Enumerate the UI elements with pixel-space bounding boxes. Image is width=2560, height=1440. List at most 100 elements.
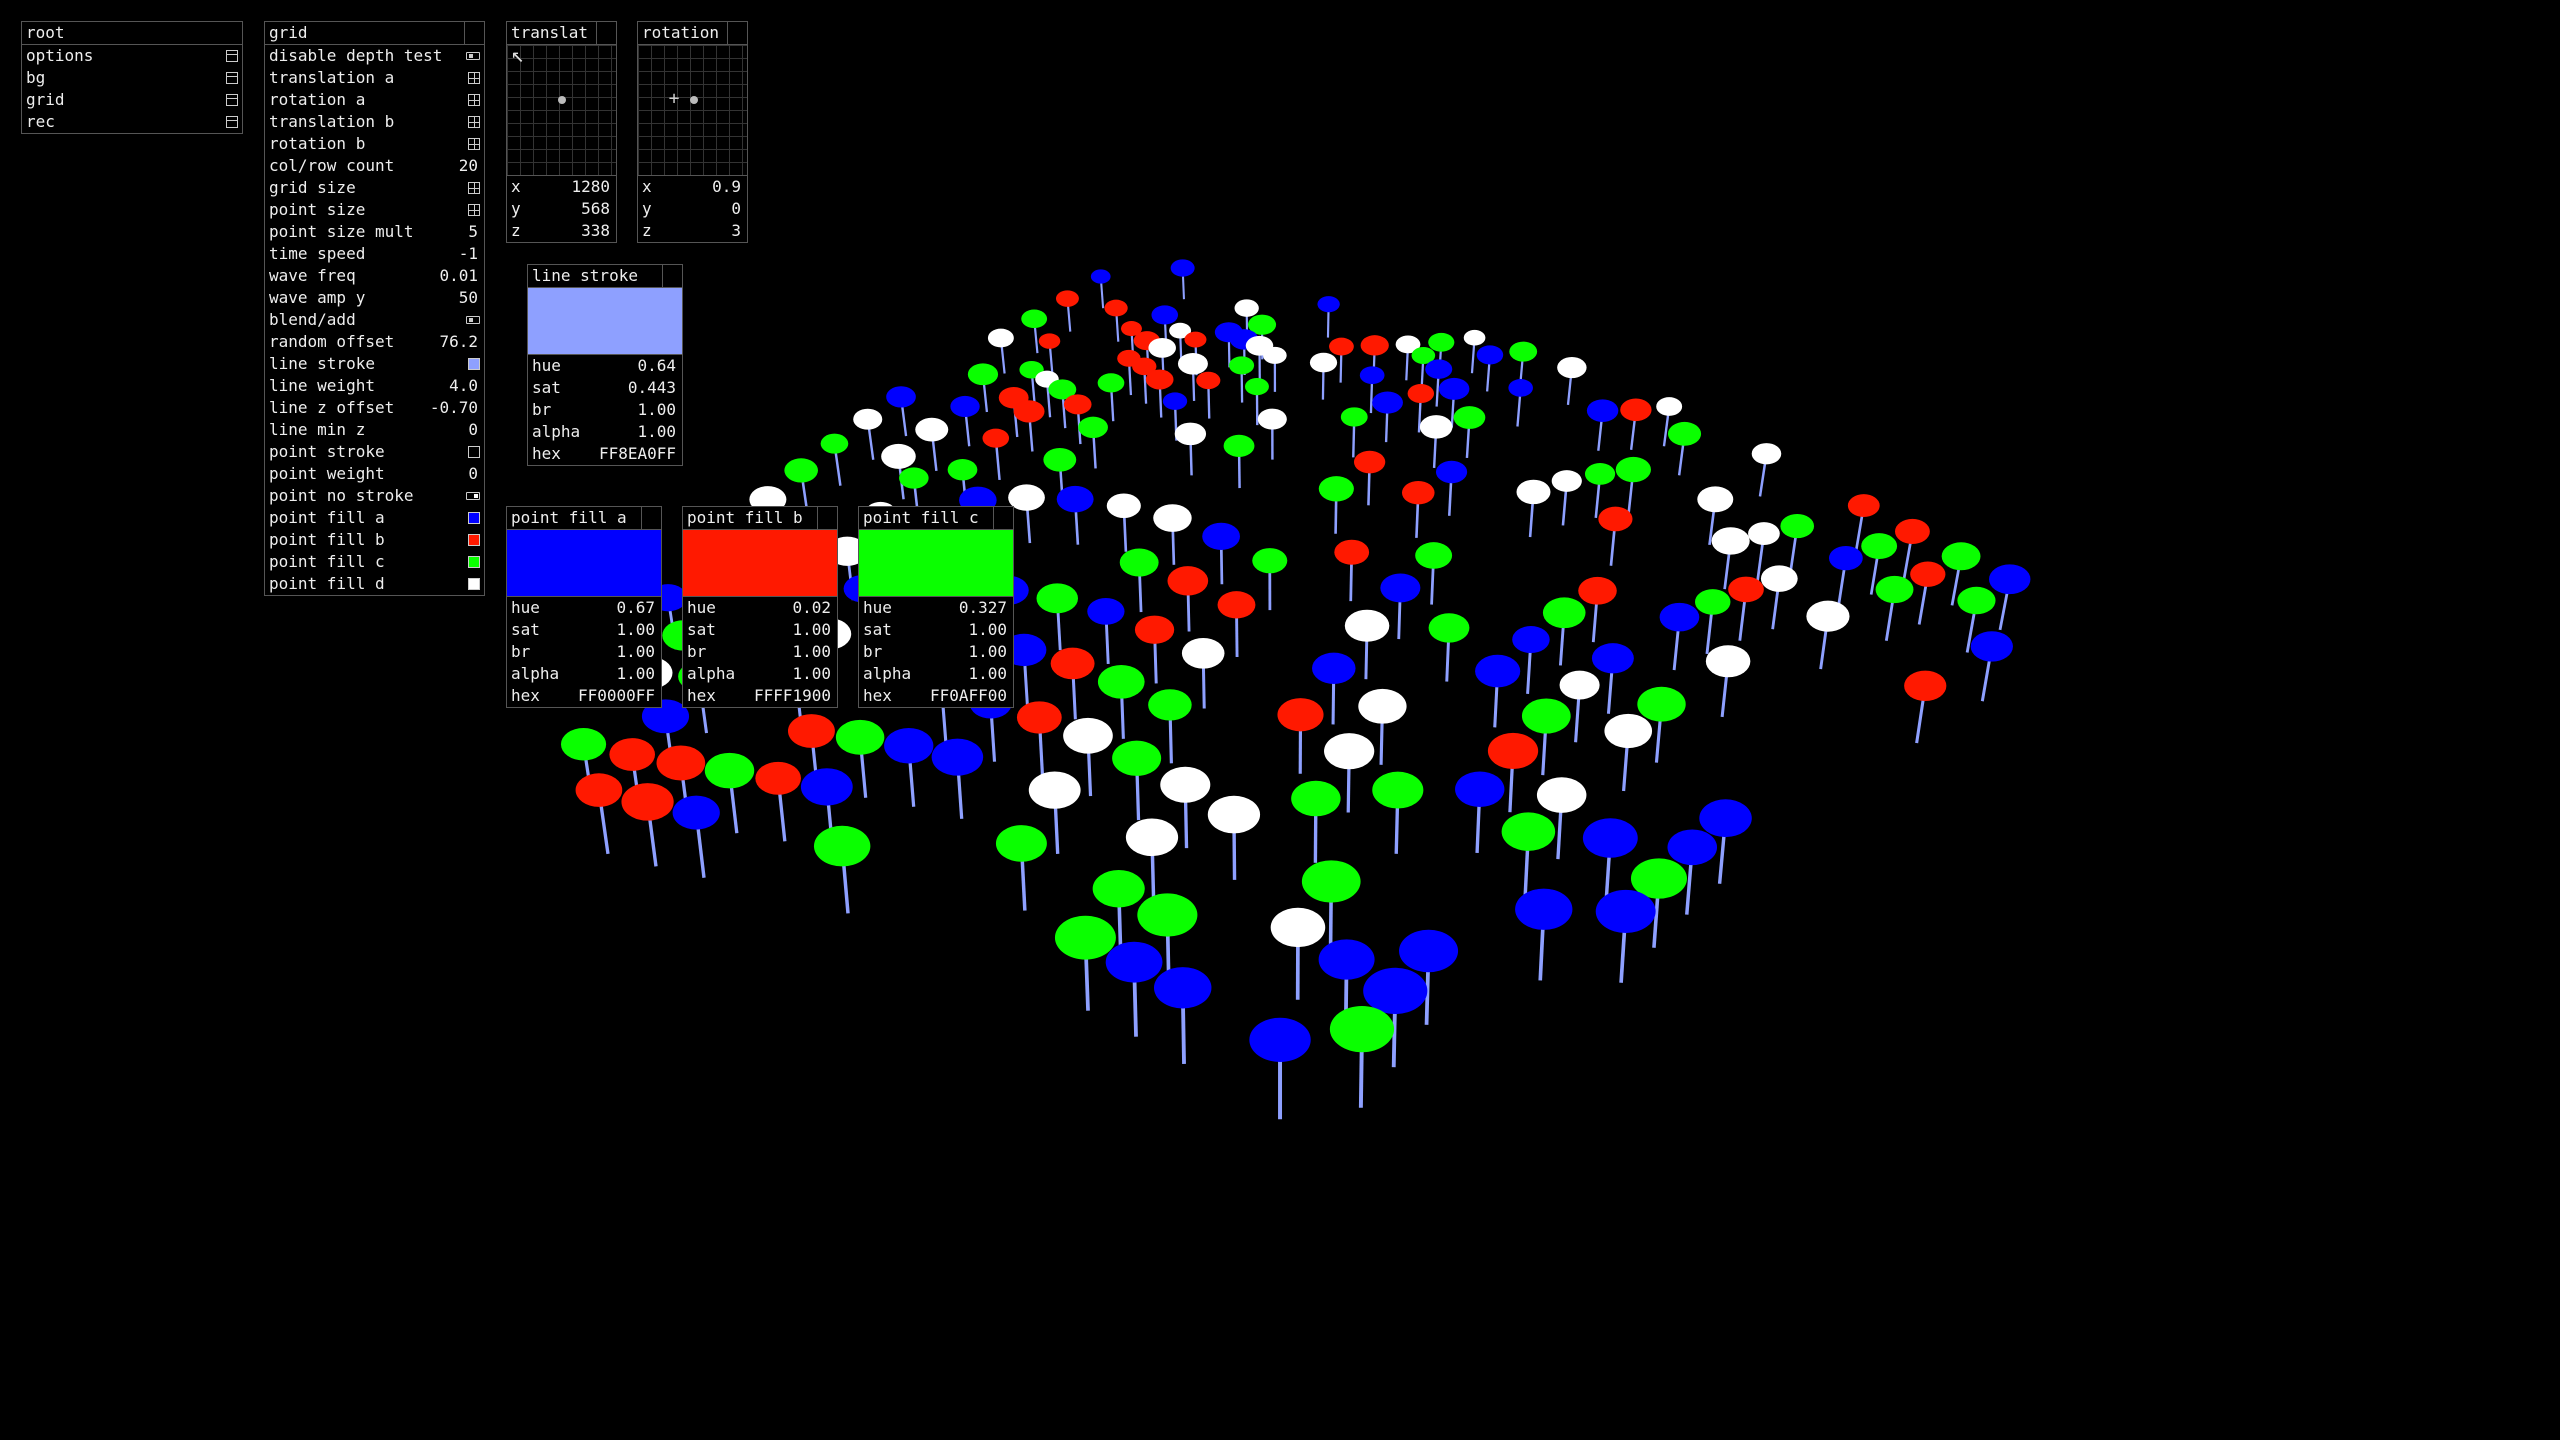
grid-row-blend-add[interactable]: blend/add xyxy=(265,309,484,331)
collapse-button[interactable] xyxy=(596,22,616,44)
grid-row-point-stroke[interactable]: point stroke xyxy=(265,441,484,463)
grid-row-line-z-offset[interactable]: line z offset -0.70 xyxy=(265,397,484,419)
color-preview-swatch[interactable] xyxy=(859,530,1013,597)
color-br-row[interactable]: br 1.00 xyxy=(683,641,837,663)
grid-row-wave-freq[interactable]: wave freq 0.01 xyxy=(265,265,484,287)
grid-row-translation-b[interactable]: translation b xyxy=(265,111,484,133)
toggle-on-icon[interactable] xyxy=(466,492,480,500)
color-swatch-icon[interactable] xyxy=(468,358,480,370)
rotation-xy-pad[interactable]: + xyxy=(638,45,747,176)
grid-row-point-fill-a[interactable]: point fill a xyxy=(265,507,484,529)
color-br-row[interactable]: br 1.00 xyxy=(528,399,682,421)
collapse-button[interactable] xyxy=(727,22,747,44)
grid-row-random-offset[interactable]: random offset 76.2 xyxy=(265,331,484,353)
root-item-grid[interactable]: grid xyxy=(22,89,242,111)
translate-y-row[interactable]: y 568 xyxy=(507,198,616,220)
grid-row-point-size-mult[interactable]: point size mult 5 xyxy=(265,221,484,243)
grid-row-grid-size[interactable]: grid size xyxy=(265,177,484,199)
color-hue-row[interactable]: hue 0.64 xyxy=(528,355,682,377)
color-hex-row[interactable]: hex FF0AFF00 xyxy=(859,685,1013,707)
toggle-off-icon[interactable] xyxy=(466,316,480,324)
color-swatch-icon[interactable] xyxy=(468,512,480,524)
grid-icon[interactable] xyxy=(468,204,480,216)
grid-icon[interactable] xyxy=(468,94,480,106)
color-hue-row[interactable]: hue 0.02 xyxy=(683,597,837,619)
collapse-button[interactable] xyxy=(662,265,682,287)
collapse-button[interactable] xyxy=(641,507,661,529)
root-panel-header[interactable]: root xyxy=(22,22,242,45)
color-panel-header[interactable]: point fill b xyxy=(683,507,837,530)
pin-head xyxy=(1363,967,1428,1014)
pad-handle[interactable] xyxy=(690,96,698,104)
grid-row-point-weight[interactable]: point weight 0 xyxy=(265,463,484,485)
color-hex-row[interactable]: hex FFFF1900 xyxy=(683,685,837,707)
color-alpha-row[interactable]: alpha 1.00 xyxy=(859,663,1013,685)
toggle-off-icon[interactable] xyxy=(466,52,480,60)
rotation-z-row[interactable]: z 3 xyxy=(638,220,747,242)
color-panel-header[interactable]: line stroke xyxy=(528,265,682,288)
color-sat-row[interactable]: sat 1.00 xyxy=(507,619,661,641)
color-hex-row[interactable]: hex FF8EA0FF xyxy=(528,443,682,465)
grid-row-point-size[interactable]: point size xyxy=(265,199,484,221)
grid-icon[interactable] xyxy=(468,138,480,150)
grid-row-point-fill-b[interactable]: point fill b xyxy=(265,529,484,551)
rotation-x-row[interactable]: x 0.9 xyxy=(638,176,747,198)
color-hue-row[interactable]: hue 0.67 xyxy=(507,597,661,619)
color-panel-header[interactable]: point fill a xyxy=(507,507,661,530)
color-panel-header[interactable]: point fill c xyxy=(859,507,1013,530)
grid-row-point-fill-d[interactable]: point fill d xyxy=(265,573,484,595)
rotation-panel-header[interactable]: rotation xyxy=(638,22,747,45)
color-swatch-icon[interactable] xyxy=(468,578,480,590)
color-alpha-row[interactable]: alpha 1.00 xyxy=(507,663,661,685)
grid-row-point-no-stroke[interactable]: point no stroke xyxy=(265,485,484,507)
grid-icon[interactable] xyxy=(468,182,480,194)
pin-head xyxy=(1097,664,1145,699)
grid-row-rotation-a[interactable]: rotation a xyxy=(265,89,484,111)
color-hex-row[interactable]: hex FF0000FF xyxy=(507,685,661,707)
grid-icon[interactable] xyxy=(468,116,480,128)
grid-row-line-min-z[interactable]: line min z 0 xyxy=(265,419,484,441)
translate-panel-header[interactable]: translat xyxy=(507,22,616,45)
grid-row-disable-depth-test[interactable]: disable depth test xyxy=(265,45,484,67)
pin-head xyxy=(1324,733,1375,770)
root-item-options[interactable]: options xyxy=(22,45,242,67)
grid-row-point-fill-c[interactable]: point fill c xyxy=(265,551,484,573)
color-swatch-icon[interactable] xyxy=(468,534,480,546)
collapse-button[interactable] xyxy=(464,22,484,44)
color-preview-swatch[interactable] xyxy=(507,530,661,597)
row-label: grid size xyxy=(269,178,356,197)
color-br-row[interactable]: br 1.00 xyxy=(859,641,1013,663)
color-sat-row[interactable]: sat 1.00 xyxy=(859,619,1013,641)
grid-row-rotation-b[interactable]: rotation b xyxy=(265,133,484,155)
color-preview-swatch[interactable] xyxy=(683,530,837,597)
collapse-button[interactable] xyxy=(817,507,837,529)
grid-panel-header[interactable]: grid xyxy=(265,22,484,45)
color-swatch-icon[interactable] xyxy=(468,446,480,458)
translate-x-row[interactable]: x 1280 xyxy=(507,176,616,198)
root-item-rec[interactable]: rec xyxy=(22,111,242,133)
grid-row-wave-amp-y[interactable]: wave amp y 50 xyxy=(265,287,484,309)
grid-row-line-stroke[interactable]: line stroke xyxy=(265,353,484,375)
color-preview-swatch[interactable] xyxy=(528,288,682,355)
pad-handle[interactable] xyxy=(558,96,566,104)
translate-xy-pad[interactable]: ↖ xyxy=(507,45,616,176)
rotation-y-row[interactable]: y 0 xyxy=(638,198,747,220)
color-sat-row[interactable]: sat 0.443 xyxy=(528,377,682,399)
color-sat-row[interactable]: sat 1.00 xyxy=(683,619,837,641)
color-swatch-icon[interactable] xyxy=(468,556,480,568)
color-hue-row[interactable]: hue 0.327 xyxy=(859,597,1013,619)
grid-row-col-row-count[interactable]: col/row count 20 xyxy=(265,155,484,177)
grid-row-time-speed[interactable]: time speed -1 xyxy=(265,243,484,265)
grid-row-translation-a[interactable]: translation a xyxy=(265,67,484,89)
grid-icon[interactable] xyxy=(468,72,480,84)
pin-head xyxy=(813,825,871,867)
collapse-button[interactable] xyxy=(993,507,1013,529)
grid-row-line-weight[interactable]: line weight 4.0 xyxy=(265,375,484,397)
translate-z-row[interactable]: z 338 xyxy=(507,220,616,242)
color-br-row[interactable]: br 1.00 xyxy=(507,641,661,663)
color-alpha-row[interactable]: alpha 1.00 xyxy=(683,663,837,685)
translate-panel-title: translat xyxy=(511,23,589,42)
root-item-bg[interactable]: bg xyxy=(22,67,242,89)
row-label: blend/add xyxy=(269,310,356,329)
color-alpha-row[interactable]: alpha 1.00 xyxy=(528,421,682,443)
